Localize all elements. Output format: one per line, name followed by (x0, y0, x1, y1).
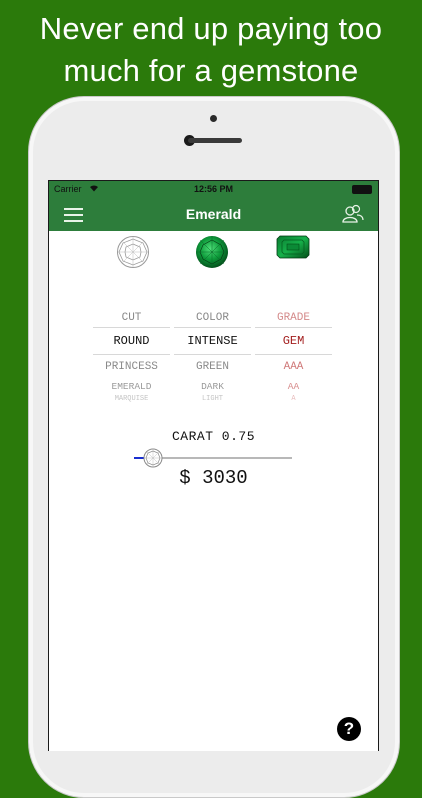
picker-option[interactable]: LIGHT (174, 395, 251, 405)
user-group-icon[interactable] (342, 204, 364, 224)
picker-header-grade: GRADE (255, 309, 332, 328)
picker-selected-cut[interactable]: ROUND (93, 328, 170, 355)
picker-option[interactable]: AA (255, 379, 332, 395)
carat-label: CARAT 0.75 (171, 429, 255, 444)
picker-option[interactable]: PRINCESS (93, 355, 170, 379)
picker-option[interactable]: EMERALD (93, 379, 170, 395)
picker-option[interactable]: DARK (174, 379, 251, 395)
promo-headline: Never end up paying too much for a gemst… (0, 8, 422, 92)
picker-option[interactable]: A (255, 395, 332, 405)
page-title: Emerald (185, 206, 242, 222)
picker-option[interactable]: AAA (255, 355, 332, 379)
promo-headline-line2: much for a gemstone (63, 53, 359, 88)
diamond-slider-thumb-icon[interactable] (143, 448, 163, 468)
picker-column-grade[interactable]: GRADE GEM AAA AA A (255, 309, 332, 405)
emerald-cut-icon[interactable] (276, 235, 310, 259)
nav-bar: Emerald (49, 197, 378, 231)
picker-header-color: COLOR (174, 309, 251, 328)
picker-header-cut: CUT (93, 309, 170, 328)
picker-column-color[interactable]: COLOR INTENSE GREEN DARK LIGHT (174, 309, 251, 405)
app-screen: Carrier 12:56 PM Emerald CUT ROUND PRINC… (48, 180, 379, 751)
picker-column-cut[interactable]: CUT ROUND PRINCESS EMERALD MARQUISE (93, 309, 170, 405)
diamond-outline-icon[interactable] (116, 235, 150, 269)
picker-option[interactable]: GREEN (174, 355, 251, 379)
status-time: 12:56 PM (193, 184, 234, 194)
price-display: $ 3030 (179, 467, 248, 489)
picker-selected-color[interactable]: INTENSE (174, 328, 251, 355)
battery-icon (352, 185, 372, 194)
status-bar: Carrier 12:56 PM (49, 181, 378, 197)
picker-selected-grade[interactable]: GEM (255, 328, 332, 355)
promo-headline-line1: Never end up paying too (39, 11, 383, 46)
round-emerald-icon[interactable] (195, 235, 229, 269)
gem-selector (49, 233, 378, 269)
picker-option[interactable]: MARQUISE (93, 395, 170, 405)
gem-spec-picker[interactable]: CUT ROUND PRINCESS EMERALD MARQUISE COLO… (93, 309, 333, 419)
proximity-sensor (210, 115, 217, 122)
earpiece-speaker (188, 138, 242, 143)
help-button[interactable]: ? (337, 717, 361, 741)
